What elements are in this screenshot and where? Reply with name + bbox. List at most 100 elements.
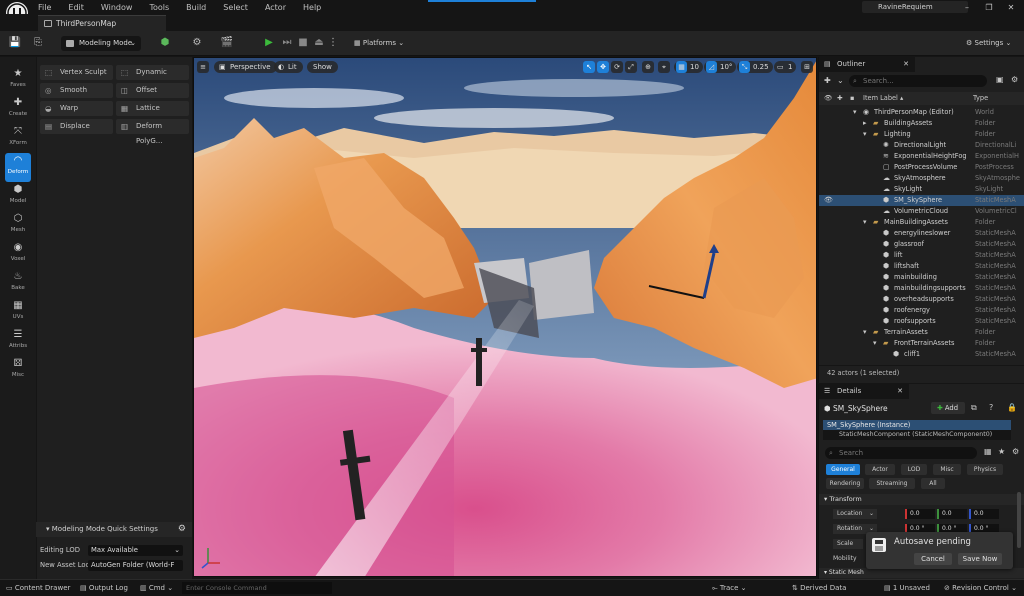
scale-dropdown[interactable]: Scale bbox=[833, 539, 863, 549]
category-tab-physics[interactable]: Physics bbox=[967, 464, 1003, 475]
transform-section-header[interactable]: ▾ Transform bbox=[819, 494, 1024, 505]
category-tab-actor[interactable]: Actor bbox=[865, 464, 895, 475]
cinematics-icon[interactable]: 🎬 bbox=[220, 36, 234, 50]
category-tab-rendering[interactable]: Rendering bbox=[826, 478, 864, 489]
item-label-column[interactable]: Item Label ▴ bbox=[863, 92, 903, 105]
outliner-row[interactable]: ▾ ◉ ThirdPersonMap (Editor) World bbox=[819, 107, 1024, 118]
category-tab-misc[interactable]: Misc bbox=[933, 464, 961, 475]
location-z-field[interactable]: 0.0 bbox=[969, 509, 999, 519]
cmd-dropdown[interactable]: ▥ Cmd ⌄ bbox=[140, 580, 173, 596]
component-row[interactable]: StaticMeshComponent (StaticMeshComponent… bbox=[823, 430, 1011, 440]
outliner-search-input[interactable]: ⌕ Search... bbox=[849, 75, 987, 87]
tool-vertex-sculpt[interactable]: ⬚ Vertex Sculpt bbox=[40, 65, 113, 80]
save-icon[interactable]: 💾 bbox=[8, 36, 22, 50]
tab-third-person-map[interactable]: ThirdPersonMap bbox=[38, 15, 166, 31]
more-options-icon[interactable]: ⋮ bbox=[326, 36, 340, 50]
outliner-row[interactable]: ⬢ mainbuildingsupports StaticMeshA bbox=[819, 283, 1024, 294]
viewport-scene[interactable] bbox=[194, 58, 817, 577]
tool-warp[interactable]: ◒ Warp bbox=[40, 101, 113, 116]
outliner-row[interactable]: ≋ ExponentialHeightFog ExponentialH bbox=[819, 151, 1024, 162]
expand-arrow-icon[interactable]: ▾ bbox=[853, 107, 857, 118]
close-button[interactable]: ✕ bbox=[1004, 2, 1018, 13]
outliner-row[interactable]: ⬢ roofsupports StaticMeshA bbox=[819, 316, 1024, 327]
category-faves[interactable]: ★ Faves bbox=[0, 66, 36, 95]
skip-icon[interactable]: ⏭ bbox=[280, 36, 294, 50]
rotate-icon[interactable]: ⟳ bbox=[611, 61, 623, 73]
details-search-input[interactable]: ⌕ Search bbox=[825, 447, 977, 459]
category-model[interactable]: ⬢ Model bbox=[0, 182, 36, 211]
outliner-tab[interactable]: ▤ Outliner ✕ bbox=[819, 57, 915, 72]
expand-arrow-icon[interactable]: ▾ bbox=[863, 129, 867, 140]
menu-help[interactable]: Help bbox=[303, 3, 321, 12]
show-button[interactable]: Show bbox=[307, 61, 338, 73]
category-create[interactable]: ✚ Create bbox=[0, 95, 36, 124]
tool-dynamic-sculpt[interactable]: ⬚Dynamic Sculpt bbox=[116, 65, 189, 91]
platforms-button[interactable]: ▦ Platforms ⌄ bbox=[354, 37, 404, 49]
menu-window[interactable]: Window bbox=[101, 3, 133, 12]
table-view-icon[interactable]: ▦ bbox=[984, 447, 992, 456]
new-asset-location-dropdown[interactable]: AutoGen Folder (World-F bbox=[88, 560, 183, 571]
derived-data-button[interactable]: ⇅ Derived Data bbox=[792, 580, 846, 596]
add-actor-icon[interactable]: ⬢ bbox=[158, 36, 172, 50]
play-icon[interactable]: ▶ bbox=[262, 36, 276, 50]
cancel-button[interactable]: Cancel bbox=[914, 553, 952, 565]
category-voxel[interactable]: ◉ Voxel bbox=[0, 240, 36, 269]
outliner-row[interactable]: ⬢ glassroof StaticMeshA bbox=[819, 239, 1024, 250]
scale-icon[interactable]: ⤢ bbox=[625, 61, 637, 73]
tool-lattice[interactable]: ▦ Lattice bbox=[116, 101, 189, 116]
outliner-row[interactable]: 👁 ⬢ SM_SkySphere StaticMeshA bbox=[819, 195, 1024, 206]
category-misc[interactable]: ⚄ Misc bbox=[0, 356, 36, 385]
outliner-row[interactable]: ⬢ roofenergy StaticMeshA bbox=[819, 305, 1024, 316]
trace-button[interactable]: ⟜ Trace ⌄ bbox=[712, 580, 747, 596]
category-xform[interactable]: ⤧ XForm bbox=[0, 124, 36, 153]
details-tab[interactable]: ☰ Details ✕ bbox=[819, 384, 909, 399]
lit-button[interactable]: ◐ Lit bbox=[274, 61, 303, 73]
quick-settings-header[interactable]: ▾ Modeling Mode Quick Settings ⚙ bbox=[36, 522, 192, 537]
menu-file[interactable]: File bbox=[38, 3, 51, 12]
gear-icon[interactable]: ⚙ bbox=[1012, 447, 1019, 456]
tool-offset[interactable]: ◫ Offset bbox=[116, 83, 189, 98]
select-mode-icon[interactable]: ↖ bbox=[583, 61, 595, 73]
tool-displace[interactable]: ▤ Displace bbox=[40, 119, 113, 134]
menu-actor[interactable]: Actor bbox=[265, 3, 286, 12]
category-bake[interactable]: ♨ Bake bbox=[0, 269, 36, 298]
outliner-row[interactable]: ▾ ▰ TerrainAssets Folder bbox=[819, 327, 1024, 338]
expand-arrow-icon[interactable]: ▾ bbox=[863, 327, 867, 338]
add-component-button[interactable]: ✚ Add bbox=[931, 402, 965, 414]
browse-icon[interactable]: ⎘ bbox=[31, 36, 45, 50]
outliner-row[interactable]: ▾ ▰ FrontTerrainAssets Folder bbox=[819, 338, 1024, 349]
blueprint-icon[interactable]: ⚙ bbox=[190, 36, 204, 50]
outliner-row[interactable]: ☁ VolumetricCloud VolumetricCl bbox=[819, 206, 1024, 217]
maximize-button[interactable]: ❐ bbox=[982, 2, 996, 13]
grid-snap-button[interactable]: ▦ 10 bbox=[674, 61, 703, 73]
translate-icon[interactable]: ✥ bbox=[597, 61, 609, 73]
add-folder-icon[interactable]: ▣ bbox=[996, 75, 1004, 84]
category-deform[interactable]: ◠ Deform bbox=[5, 153, 31, 182]
visibility-icon[interactable]: 👁 bbox=[824, 195, 833, 206]
close-icon[interactable]: ✕ bbox=[897, 384, 903, 399]
location-dropdown[interactable]: Location ⌄ bbox=[833, 509, 877, 519]
category-uvs[interactable]: ▦ UVs bbox=[0, 298, 36, 327]
location-y-field[interactable]: 0.0 bbox=[937, 509, 967, 519]
gear-icon[interactable]: ⚙ bbox=[178, 522, 186, 537]
camera-speed-button[interactable]: ▭ 1 bbox=[774, 61, 797, 73]
level-viewport[interactable]: ≡ ▣ Perspective ◐ Lit Show ↖ ✥ ⟳ ⤢ ⊕ ⌖ ▦… bbox=[193, 57, 817, 577]
rotation-snap-button[interactable]: ◿ 10° bbox=[704, 61, 737, 73]
output-log-button[interactable]: ▤ Output Log bbox=[80, 580, 128, 596]
editing-lod-dropdown[interactable]: Max Available ⌄ bbox=[88, 545, 183, 556]
surface-snap-icon[interactable]: ⌖ bbox=[658, 61, 670, 73]
location-x-field[interactable]: 0.0 bbox=[905, 509, 935, 519]
maximize-viewport-icon[interactable]: ⊞ bbox=[801, 61, 813, 73]
outliner-row[interactable]: ▾ ▰ Lighting Folder bbox=[819, 129, 1024, 140]
outliner-row[interactable]: ☁ SkyLight SkyLight bbox=[819, 184, 1024, 195]
details-scrollbar[interactable] bbox=[1017, 492, 1021, 548]
menu-tools[interactable]: Tools bbox=[149, 3, 169, 12]
instance-row[interactable]: SM_SkySphere (Instance) bbox=[823, 420, 1011, 430]
world-space-icon[interactable]: ⊕ bbox=[642, 61, 654, 73]
eject-icon[interactable]: ⏏ bbox=[312, 36, 326, 50]
help-icon[interactable]: ? bbox=[989, 403, 993, 412]
blueprint-add-icon[interactable]: ⧉ bbox=[971, 403, 977, 413]
minimize-button[interactable]: – bbox=[960, 2, 974, 13]
outliner-row[interactable]: ⬢ cliff1 StaticMeshA bbox=[819, 349, 1024, 360]
expand-arrow-icon[interactable]: ▾ bbox=[873, 338, 877, 349]
